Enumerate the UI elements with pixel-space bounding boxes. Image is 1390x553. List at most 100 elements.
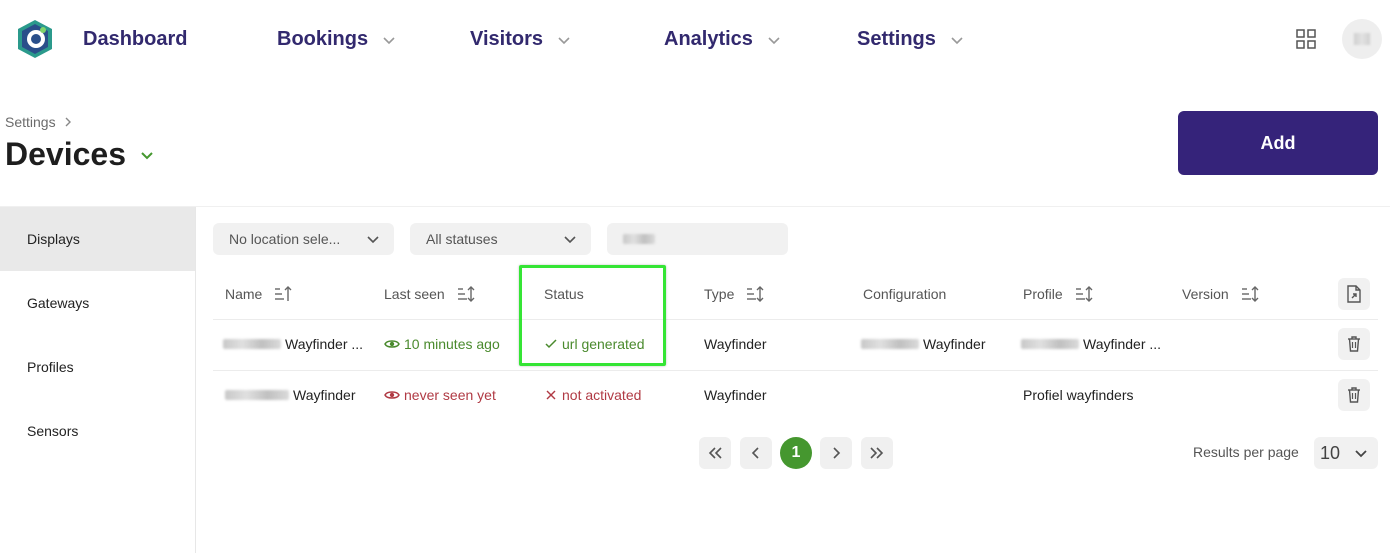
delete-button[interactable] [1338, 328, 1370, 360]
column-header-label: Version [1182, 286, 1229, 302]
cell-name: Wayfinder ... [285, 336, 364, 352]
chevron-down-icon [768, 36, 780, 44]
column-header-label: Profile [1023, 286, 1063, 302]
nav-analytics-label: Analytics [664, 28, 753, 50]
column-header-version[interactable]: Version [1182, 286, 1259, 302]
column-header-label: Type [704, 286, 735, 302]
trash-icon [1348, 336, 1360, 352]
nav-visitors[interactable]: Visitors [470, 28, 571, 51]
column-header-type[interactable]: Type [704, 286, 764, 302]
table-row-2-type: Wayfinder [704, 387, 767, 403]
status-highlight-box [519, 265, 666, 366]
sidebar-item-label: Profiles [27, 359, 74, 375]
export-file-icon [1347, 285, 1361, 303]
trash-icon [1348, 387, 1360, 403]
table-row-1-configuration: Wayfinder [861, 336, 986, 352]
table-row-1-profile: Wayfinder ... [1021, 336, 1161, 352]
cell-profile: Wayfinder ... [1083, 336, 1162, 352]
table-row-2-profile: Profiel wayfinders [1023, 387, 1134, 403]
row-divider [213, 319, 1378, 320]
eye-icon [384, 391, 400, 399]
nav-bookings-label: Bookings [277, 28, 369, 50]
results-per-page-label: Results per page [1193, 444, 1299, 460]
table-row-2-status: not activated [544, 387, 641, 403]
page-button-current[interactable]: 1 [780, 437, 812, 469]
add-button[interactable]: Add [1178, 111, 1378, 175]
chevron-right-icon [833, 447, 841, 459]
settings-sidebar: Displays Gateways Profiles Sensors [0, 207, 196, 553]
table-row-2-last-seen: never seen yet [384, 387, 496, 403]
user-avatar[interactable] [1342, 19, 1382, 59]
redacted-text [1021, 339, 1079, 349]
sidebar-item-sensors[interactable]: Sensors [0, 399, 195, 463]
avatar-image [1354, 33, 1370, 45]
cell-profile: Profiel wayfinders [1023, 387, 1134, 403]
cell-last-seen: never seen yet [404, 387, 496, 403]
table-row-1-name[interactable]: Wayfinder ... [223, 336, 363, 352]
app-logo[interactable] [16, 19, 54, 59]
nav-settings-label: Settings [857, 28, 936, 50]
nav-bookings[interactable]: Bookings [277, 28, 396, 51]
chevron-down-icon [1355, 450, 1367, 458]
column-header-label: Configuration [863, 286, 947, 302]
nav-visitors-label: Visitors [470, 28, 543, 50]
nav-settings[interactable]: Settings [857, 28, 964, 51]
chevron-down-icon[interactable] [140, 148, 154, 162]
double-chevron-left-icon [708, 447, 722, 459]
search-input[interactable] [607, 223, 788, 255]
cell-last-seen: 10 minutes ago [404, 336, 500, 352]
cell-type: Wayfinder [704, 336, 767, 352]
search-value-redacted [623, 234, 655, 244]
sidebar-item-displays[interactable]: Displays [0, 207, 195, 271]
previous-page-button[interactable] [740, 437, 772, 469]
column-header-profile[interactable]: Profile [1023, 286, 1093, 302]
sort-icon [1075, 286, 1093, 302]
nav-dashboard[interactable]: Dashboard [83, 28, 187, 51]
chevron-right-icon [65, 117, 71, 127]
sidebar-item-profiles[interactable]: Profiles [0, 335, 195, 399]
page-title: Devices [5, 136, 154, 173]
breadcrumb: Settings [5, 114, 74, 130]
apps-grid-icon[interactable] [1296, 29, 1316, 49]
breadcrumb-settings[interactable]: Settings [5, 114, 56, 130]
column-header-name[interactable]: Name [225, 286, 292, 302]
chevron-down-icon [383, 36, 395, 44]
close-icon [546, 390, 556, 400]
cell-configuration: Wayfinder [923, 336, 986, 352]
export-button[interactable] [1338, 278, 1370, 310]
sidebar-item-label: Gateways [27, 295, 90, 311]
chevron-down-icon [367, 236, 379, 244]
row-divider [213, 370, 1378, 371]
table-row-1-type: Wayfinder [704, 336, 767, 352]
location-filter-value: No location sele... [229, 231, 341, 247]
chevron-down-icon [564, 236, 576, 244]
status-filter-value: All statuses [426, 231, 498, 247]
page-title-text: Devices [5, 136, 126, 172]
delete-button[interactable] [1338, 379, 1370, 411]
sort-icon [457, 286, 475, 302]
sidebar-item-gateways[interactable]: Gateways [0, 271, 195, 335]
column-header-last-seen[interactable]: Last seen [384, 286, 475, 302]
redacted-text [223, 339, 281, 349]
results-per-page-select[interactable]: 10 [1314, 437, 1378, 469]
column-header-label: Last seen [384, 286, 445, 302]
cell-type: Wayfinder [704, 387, 767, 403]
top-navigation: Dashboard Bookings Visitors Analytics Se… [0, 0, 1390, 80]
double-chevron-right-icon [870, 447, 884, 459]
cell-status: not activated [562, 387, 642, 403]
sort-icon [1241, 286, 1259, 302]
chevron-down-icon [951, 36, 963, 44]
redacted-text [225, 390, 289, 400]
last-page-button[interactable] [861, 437, 893, 469]
eye-icon [384, 340, 400, 348]
status-filter-select[interactable]: All statuses [410, 223, 591, 255]
sidebar-item-label: Displays [27, 231, 80, 247]
location-filter-select[interactable]: No location sele... [213, 223, 394, 255]
nav-analytics[interactable]: Analytics [664, 28, 781, 51]
redacted-text [861, 339, 919, 349]
table-row-2-name[interactable]: Wayfinder [225, 387, 356, 403]
chevron-down-icon [558, 36, 570, 44]
next-page-button[interactable] [820, 437, 852, 469]
first-page-button[interactable] [699, 437, 731, 469]
sort-icon [275, 286, 292, 301]
